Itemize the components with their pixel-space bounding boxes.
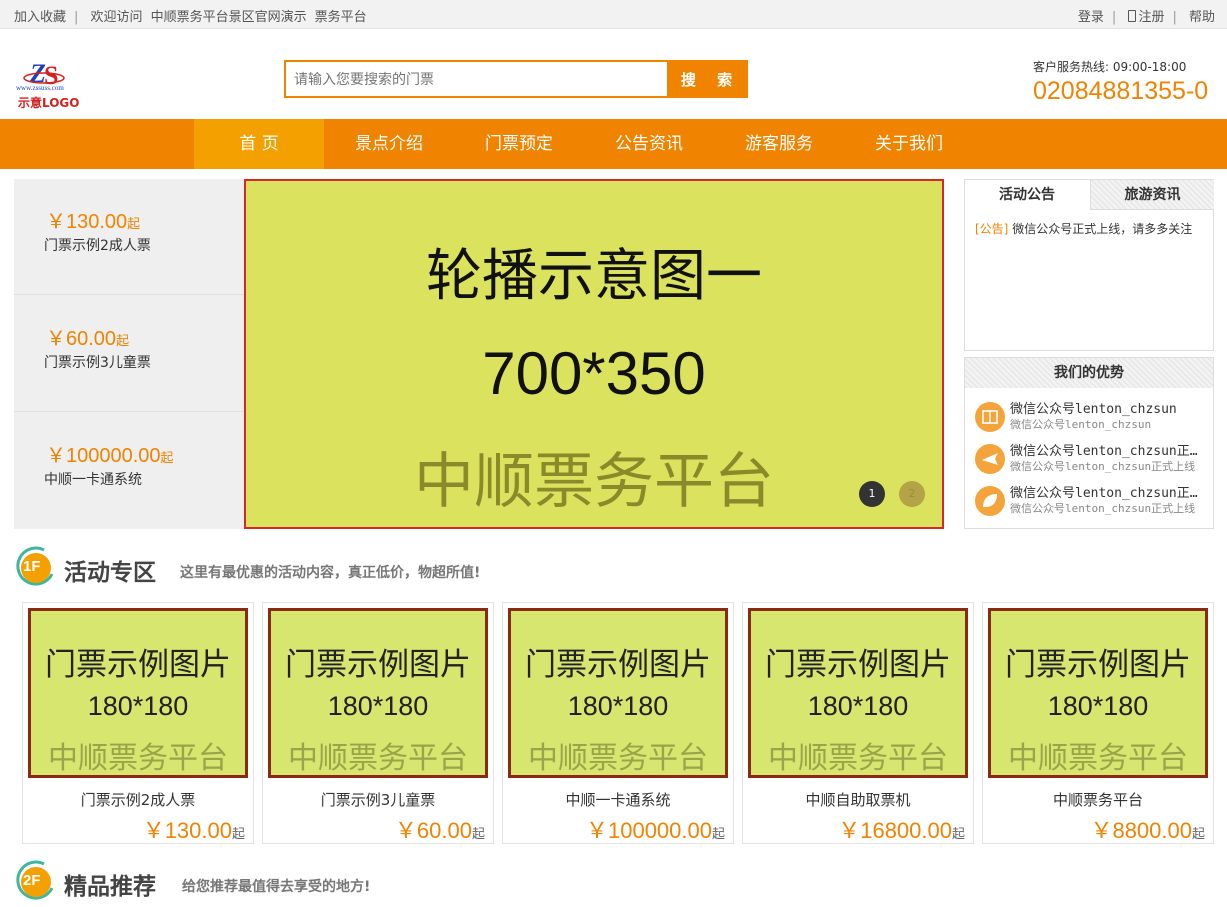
advantage-item[interactable]: 微信公众号lenton_chzsun正式上线 微信公众号lenton_chzsu… <box>975 482 1207 522</box>
search-bar: 搜 索 <box>284 60 748 98</box>
floor-subtitle: 给您推荐最值得去享受的地方! <box>182 879 371 895</box>
site-name-link[interactable]: 中顺票务平台景区官网演示 <box>151 10 307 25</box>
site-logo[interactable]: Z S www.zssuss.com 示意LOGO <box>16 58 86 112</box>
banner-carousel[interactable]: 轮播示意图一 700*350 中顺票务平台 1 2 <box>244 179 944 529</box>
tab-travel-news[interactable]: 旅游资讯 <box>1090 180 1214 210</box>
advantage-title: 微信公众号lenton_chzsun正式上线 <box>1010 486 1205 501</box>
product-price: ￥100000.00起 <box>585 818 725 843</box>
floor-badge-label: 2F <box>23 872 41 889</box>
product-name: 门票示例2成人票 <box>80 791 196 809</box>
search-button[interactable]: 搜 索 <box>667 60 748 98</box>
product-card[interactable]: 门票示例图片 180*180 中顺票务平台 门票示例3儿童票 ￥60.00起 <box>262 602 494 844</box>
product-price: ￥16800.00起 <box>838 818 965 843</box>
product-name: 门票示例3儿童票 <box>320 791 436 809</box>
ticket-name: 门票示例2成人票 <box>44 238 151 254</box>
ticket-price: ￥130.00起 <box>46 211 141 233</box>
product-card[interactable]: 门票示例图片 180*180 中顺票务平台 门票示例2成人票 ￥130.00起 <box>22 602 254 844</box>
product-name: 中顺票务平台 <box>1052 791 1143 809</box>
platform-link[interactable]: 票务平台 <box>315 10 367 25</box>
banner-line-2: 700*350 <box>482 340 706 407</box>
welcome-text: 欢迎访问 <box>90 10 143 25</box>
carousel-dot-1[interactable]: 1 <box>859 481 885 507</box>
nav-home[interactable]: 首 页 <box>194 119 324 169</box>
leaf-icon <box>975 486 1005 516</box>
floor-title: 精品推荐 <box>64 874 156 900</box>
hotline-number: 02084881355-0 <box>1033 77 1209 105</box>
product-price: ￥8800.00起 <box>1090 818 1205 843</box>
advantage-subtitle: 微信公众号lenton_chzsun正式上线 <box>1010 460 1196 473</box>
advantage-item[interactable]: 微信公众号lenton_chzsun 微信公众号lenton_chzsun <box>975 398 1207 438</box>
side-ticket-list: ￥130.00起 门票示例2成人票 ￥60.00起 门票示例3儿童票 ￥1000… <box>14 179 244 529</box>
separator: | <box>1172 10 1177 25</box>
ticket-name: 中顺一卡通系统 <box>44 472 142 488</box>
logo-caption: 示意LOGO <box>18 96 80 110</box>
mobile-icon <box>1128 10 1137 22</box>
advantage-title: 微信公众号lenton_chzsun正式上线 <box>1010 444 1205 459</box>
service-hotline: 客户服务热线: 09:00-18:00 02084881355-0 <box>1033 58 1213 106</box>
product-name: 中顺一卡通系统 <box>565 791 671 809</box>
product-card[interactable]: 门票示例图片 180*180 中顺票务平台 中顺一卡通系统 ￥100000.00… <box>502 602 734 844</box>
banner-line-1: 轮播示意图一 <box>426 244 762 309</box>
product-price: ￥130.00起 <box>142 818 245 843</box>
plane-icon <box>975 444 1005 474</box>
nav-ticket-booking[interactable]: 门票预定 <box>454 119 584 169</box>
logo-url: www.zssuss.com <box>16 84 64 92</box>
notice-item[interactable]: [公告] 微信公众号正式上线，请多多关注 <box>975 220 1207 237</box>
advantage-item[interactable]: 微信公众号lenton_chzsun正式上线 微信公众号lenton_chzsu… <box>975 440 1207 480</box>
login-link[interactable]: 登录 <box>1078 10 1104 25</box>
product-image: 门票示例图片 180*180 中顺票务平台 <box>988 608 1208 778</box>
register-link[interactable]: 注册 <box>1128 10 1164 25</box>
side-ticket-item[interactable]: ￥130.00起 门票示例2成人票 <box>14 179 244 295</box>
advantage-title: 微信公众号lenton_chzsun <box>1010 402 1177 417</box>
floor-1-heading: 1F 活动专区 这里有最优惠的活动内容，真正低价，物超所值! <box>14 544 614 590</box>
side-ticket-item[interactable]: ￥60.00起 门票示例3儿童票 <box>14 296 244 412</box>
book-icon <box>975 402 1005 432</box>
product-card[interactable]: 门票示例图片 180*180 中顺票务平台 中顺票务平台 ￥8800.00起 <box>982 602 1214 844</box>
help-link[interactable]: 帮助 <box>1189 10 1215 25</box>
register-label: 注册 <box>1138 10 1165 25</box>
banner-line-3: 中顺票务平台 <box>414 447 774 517</box>
product-image: 门票示例图片 180*180 中顺票务平台 <box>508 608 728 778</box>
separator: | <box>74 10 79 25</box>
product-image: 门票示例图片 180*180 中顺票务平台 <box>268 608 488 778</box>
advantage-subtitle: 微信公众号lenton_chzsun正式上线 <box>1010 502 1196 515</box>
advantages-title: 我们的优势 <box>965 358 1213 388</box>
carousel-dot-2[interactable]: 2 <box>899 481 925 507</box>
hotline-label: 客户服务热线: 09:00-18:00 <box>1033 60 1187 74</box>
product-card[interactable]: 门票示例图片 180*180 中顺票务平台 中顺自助取票机 ￥16800.00起 <box>742 602 974 844</box>
floor-badge-label: 1F <box>23 558 41 575</box>
floor-title: 活动专区 <box>64 560 156 586</box>
top-bar: 加入收藏 | 欢迎访问 中顺票务平台景区官网演示 票务平台 登录 | 注册 | 帮助 <box>0 0 1227 29</box>
floor-subtitle: 这里有最优惠的活动内容，真正低价，物超所值! <box>180 565 481 581</box>
floor-badge-icon: 2F <box>14 858 58 902</box>
floor-2-heading: 2F 精品推荐 给您推荐最值得去享受的地方! <box>14 858 614 904</box>
product-image: 门票示例图片 180*180 中顺票务平台 <box>748 608 968 778</box>
nav-about[interactable]: 关于我们 <box>844 119 974 169</box>
ticket-price: ￥100000.00起 <box>46 445 174 467</box>
product-price: ￥60.00起 <box>394 818 485 843</box>
product-image: 门票示例图片 180*180 中顺票务平台 <box>28 608 248 778</box>
ticket-price: ￥60.00起 <box>46 328 130 350</box>
main-nav: 首 页 景点介绍 门票预定 公告资讯 游客服务 关于我们 <box>0 119 1227 169</box>
nav-visitor-service[interactable]: 游客服务 <box>714 119 844 169</box>
advantages-panel: 我们的优势 微信公众号lenton_chzsun 微信公众号lenton_chz… <box>964 357 1214 529</box>
search-input[interactable] <box>284 60 667 98</box>
advantage-subtitle: 微信公众号lenton_chzsun <box>1010 418 1152 431</box>
tab-activity-notice[interactable]: 活动公告 <box>965 180 1089 210</box>
product-name: 中顺自助取票机 <box>805 791 911 809</box>
notice-tag: [公告] <box>975 222 1009 236</box>
separator: | <box>1111 10 1117 25</box>
nav-news[interactable]: 公告资讯 <box>584 119 714 169</box>
ticket-name: 门票示例3儿童票 <box>44 355 151 371</box>
notice-text: 微信公众号正式上线，请多多关注 <box>1012 222 1193 236</box>
add-bookmark-link[interactable]: 加入收藏 <box>14 10 66 25</box>
nav-attractions[interactable]: 景点介绍 <box>324 119 454 169</box>
floor-badge-icon: 1F <box>14 544 58 588</box>
notice-panel: 活动公告 旅游资讯 [公告] 微信公众号正式上线，请多多关注 <box>964 179 1214 351</box>
side-ticket-item[interactable]: ￥100000.00起 中顺一卡通系统 <box>14 413 244 529</box>
